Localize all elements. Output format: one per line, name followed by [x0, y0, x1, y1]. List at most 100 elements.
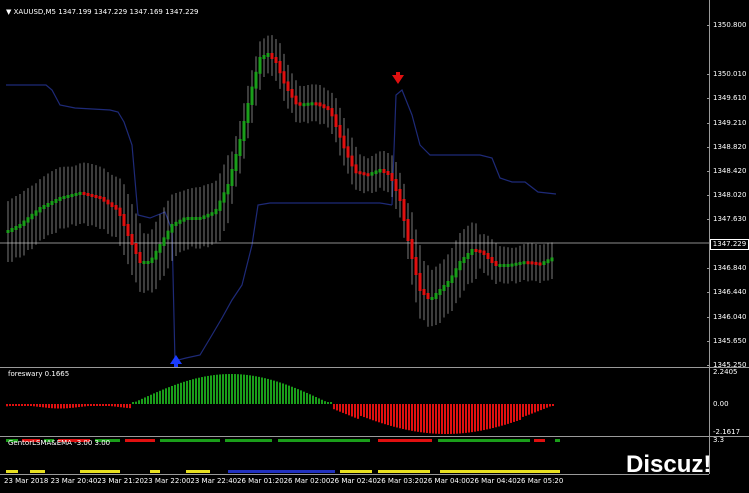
- histogram-bar: [345, 404, 347, 415]
- candle-body: [430, 297, 434, 300]
- state-segment: [186, 470, 210, 473]
- histogram-bar: [267, 378, 269, 404]
- chart-window[interactable]: ▼ XAUUSD,M5 1347.199 1347.229 1347.169 1…: [0, 0, 749, 492]
- histogram-bar: [249, 375, 251, 404]
- state-segment: [378, 439, 432, 442]
- price-chart-svg[interactable]: [0, 0, 709, 367]
- histogram-bar: [15, 404, 17, 406]
- histogram-bar: [471, 404, 473, 433]
- histogram-bar: [201, 377, 203, 404]
- candle-body: [218, 200, 222, 211]
- histogram-bar: [456, 404, 458, 434]
- indicator1-area[interactable]: [0, 368, 709, 436]
- histogram-bar: [468, 404, 470, 433]
- histogram-bar: [33, 404, 35, 407]
- candle-body: [462, 257, 466, 263]
- histogram-bar: [246, 374, 248, 404]
- candle-body: [326, 106, 330, 111]
- price-tick-label: 1349.210: [713, 118, 747, 127]
- candle-body: [470, 249, 474, 255]
- histogram-bar: [237, 374, 239, 404]
- indicator1-svg[interactable]: [0, 368, 709, 436]
- candle-body: [214, 208, 218, 215]
- price-axis[interactable]: 1350.800 1350.010 1349.610 1349.210 1348.820…: [707, 0, 749, 474]
- histogram-bar: [255, 376, 257, 404]
- candle-body: [394, 179, 398, 191]
- candle-body: [502, 264, 506, 267]
- candle-body: [306, 102, 310, 106]
- candle-body: [546, 259, 550, 264]
- price-tick-label: 1348.820: [713, 142, 747, 151]
- price-tick: [707, 122, 710, 124]
- candle-body: [246, 103, 250, 123]
- candle-body: [254, 71, 258, 89]
- candle-body: [190, 217, 194, 220]
- candle-body: [202, 215, 206, 219]
- current-price-label: 1347.229: [710, 239, 749, 250]
- candle-body: [110, 202, 114, 207]
- candle-body: [78, 192, 82, 195]
- histogram-bar: [198, 377, 200, 404]
- time-tick-label: 26 Mar 01:20: [237, 477, 284, 485]
- histogram-bar: [423, 404, 425, 433]
- histogram-bar: [369, 404, 371, 420]
- candle-body: [506, 264, 510, 267]
- candle-body: [378, 169, 382, 173]
- candle-body: [66, 195, 70, 198]
- histogram-bar: [45, 404, 47, 408]
- histogram-bar: [387, 404, 389, 426]
- histogram-bar: [348, 404, 350, 416]
- candle-body: [414, 257, 418, 275]
- price-tick-label: 1346.840: [713, 263, 747, 272]
- histogram-bar: [522, 404, 524, 417]
- state-segment: [378, 470, 430, 473]
- candle-body: [534, 261, 538, 265]
- candle-body: [170, 224, 174, 233]
- candle-body: [366, 173, 370, 177]
- histogram-bar: [483, 404, 485, 431]
- candle-body: [402, 199, 406, 221]
- histogram-bar: [291, 386, 293, 404]
- candle-body: [126, 224, 130, 236]
- histogram-bar: [156, 392, 158, 404]
- histogram-bar: [495, 404, 497, 428]
- candle-body: [482, 250, 486, 255]
- state-segment: [534, 439, 545, 442]
- histogram-bar: [324, 401, 326, 404]
- time-axis[interactable]: 23 Mar 2018 23 Mar 20:40 23 Mar 21:20 23 Ma…: [0, 474, 709, 493]
- price-tick: [707, 170, 710, 172]
- buy-arrow-icon: [170, 355, 182, 367]
- histogram-bar: [501, 404, 503, 426]
- histogram-bar: [93, 404, 95, 406]
- histogram-bar: [327, 402, 329, 404]
- candle-body: [206, 213, 210, 218]
- histogram-bar: [279, 382, 281, 404]
- histogram-bar: [504, 404, 506, 425]
- indicator-axis-label: -2.1617: [713, 428, 741, 436]
- histogram-bar: [540, 404, 542, 411]
- histogram-bar: [282, 383, 284, 404]
- histogram-bar: [384, 404, 386, 425]
- candle-body: [242, 121, 246, 141]
- indicator2-title: GentorLSMA&EMA -3.00 3.00: [8, 439, 111, 447]
- histogram-bar: [36, 404, 38, 407]
- price-chart-area[interactable]: [0, 0, 709, 367]
- price-tick-label: 1349.610: [713, 94, 747, 103]
- candle-body: [10, 228, 14, 232]
- candle-body: [150, 257, 154, 263]
- histogram-bar: [552, 404, 554, 406]
- histogram-bar: [108, 404, 110, 406]
- histogram-bar: [405, 404, 407, 430]
- histogram-bar: [57, 404, 59, 409]
- candle-body: [154, 250, 158, 260]
- price-tick: [707, 316, 710, 318]
- histogram-bar: [498, 404, 500, 427]
- histogram-bar: [303, 391, 305, 404]
- histogram-bar: [9, 404, 11, 407]
- candle-body: [166, 230, 170, 240]
- histogram-bar: [321, 399, 323, 404]
- candle-body: [22, 220, 26, 226]
- sell-arrow-icon: [392, 72, 404, 84]
- candle-body: [538, 262, 542, 266]
- histogram-bar: [186, 380, 188, 404]
